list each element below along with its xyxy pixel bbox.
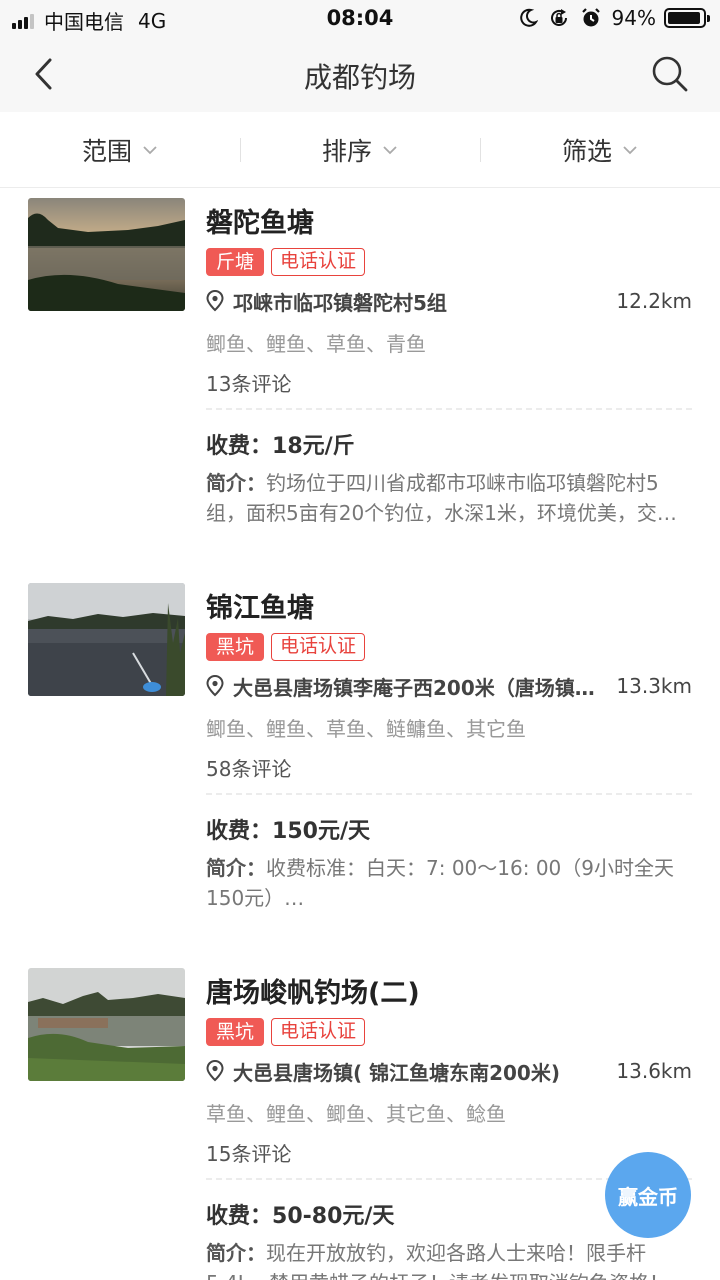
fish-species: 鲫鱼、鲤鱼、草鱼、鲢鳙鱼、其它鱼 — [206, 717, 526, 741]
spot-intro: 简介：现在开放放钓，欢迎各路人士来哈！限手杆5.4L，禁用黄蜡子的杆子！请者发现… — [206, 1238, 692, 1280]
spot-tags: 黑坑 电话认证 — [206, 633, 372, 661]
status-right: 94% — [518, 6, 710, 30]
intro-text: 收费标准：白天：7: 00～16: 00（9小时全天150元）… — [206, 856, 674, 910]
intro-text: 现在开放放钓，欢迎各路人士来哈！限手杆5.4L，禁用黄蜡子的杆子！请者发现取消钓… — [206, 1241, 669, 1280]
spot-distance: 12.2km — [616, 289, 692, 313]
spot-intro: 简介：钓场位于四川省成都市邛崃市临邛镇磐陀村5组，面积5亩有20个钓位，水深1米… — [206, 468, 692, 528]
chevron-down-icon — [623, 145, 637, 154]
review-count: 13条评论 — [206, 372, 292, 396]
cert-tag: 电话认证 — [271, 1018, 366, 1046]
filter-label: 筛选 — [561, 136, 612, 166]
filter-label: 排序 — [321, 136, 372, 166]
earn-coins-button[interactable]: 赢金币 — [605, 1152, 691, 1238]
fee-value: 18元/斤 — [272, 434, 355, 459]
fee-value: 50-80元/天 — [272, 1204, 395, 1229]
spot-tags: 黑坑 电话认证 — [206, 1018, 372, 1046]
fee-row: 收费：50-80元/天 — [206, 1198, 394, 1230]
address-row: 邛崃市临邛镇磐陀村5组 12.2km — [206, 287, 692, 315]
intro-label: 简介： — [206, 471, 266, 495]
spot-photo — [28, 198, 185, 311]
spot-tags: 斤塘 电话认证 — [206, 248, 372, 276]
address-row: 大邑县唐场镇李庵子西200米（唐场镇锦江社区） 13.3km — [206, 672, 692, 700]
type-tag: 黑坑 — [206, 1018, 265, 1046]
review-count: 58条评论 — [206, 757, 292, 781]
chevron-down-icon — [143, 145, 157, 154]
fee-value: 150元/天 — [272, 819, 370, 844]
location-pin-icon — [206, 675, 224, 697]
review-count: 15条评论 — [206, 1142, 292, 1166]
rotation-lock-icon — [550, 9, 567, 26]
alarm-icon — [581, 8, 600, 27]
chevron-down-icon — [383, 145, 397, 154]
fee-label: 收费： — [206, 434, 273, 459]
intro-label: 简介： — [206, 856, 266, 880]
filter-range[interactable]: 范围 — [0, 112, 240, 187]
list-item[interactable]: 唐场峻帆钓场(二) 黑坑 电话认证 大邑县唐场镇( 锦江鱼塘东南200米) 13… — [0, 959, 720, 1280]
divider — [206, 408, 692, 410]
type-tag: 斤塘 — [206, 248, 265, 276]
fish-species: 鲫鱼、鲤鱼、草鱼、青鱼 — [206, 332, 426, 356]
fee-row: 收费：150元/天 — [206, 813, 370, 845]
intro-label: 简介： — [206, 1241, 266, 1265]
battery-icon — [664, 8, 710, 28]
location-pin-icon — [206, 290, 224, 312]
spot-name: 磐陀鱼塘 — [206, 208, 314, 239]
moon-icon — [519, 8, 538, 27]
spot-address: 大邑县唐场镇李庵子西200米（唐场镇锦江社区） — [233, 675, 616, 700]
battery-percent: 94% — [611, 6, 656, 30]
fee-label: 收费： — [206, 1204, 273, 1229]
fee-label: 收费： — [206, 819, 273, 844]
search-icon[interactable] — [650, 54, 690, 94]
filter-label: 范围 — [81, 136, 132, 166]
fish-species: 草鱼、鲤鱼、鲫鱼、其它鱼、鲶鱼 — [206, 1102, 506, 1126]
spot-photo — [28, 968, 185, 1081]
location-pin-icon — [206, 1060, 224, 1082]
fee-row: 收费：18元/斤 — [206, 428, 355, 460]
divider — [206, 793, 692, 795]
cert-tag: 电话认证 — [271, 248, 366, 276]
spot-distance: 13.3km — [616, 674, 692, 698]
spot-name: 锦江鱼塘 — [206, 593, 314, 624]
page-title: 成都钓场 — [303, 61, 416, 94]
address-row: 大邑县唐场镇( 锦江鱼塘东南200米) 13.6km — [206, 1057, 692, 1085]
spot-distance: 13.6km — [616, 1059, 692, 1083]
spot-photo — [28, 583, 185, 696]
type-tag: 黑坑 — [206, 633, 265, 661]
intro-text: 钓场位于四川省成都市邛崃市临邛镇磐陀村5组，面积5亩有20个钓位，水深1米，环境… — [206, 471, 677, 525]
filter-sort[interactable]: 排序 — [240, 112, 480, 187]
spot-name: 唐场峻帆钓场(二) — [206, 978, 420, 1009]
list-item[interactable]: 磐陀鱼塘 斤塘 电话认证 邛崃市临邛镇磐陀村5组 12.2km 鲫鱼、鲤鱼、草鱼… — [0, 189, 720, 569]
cert-tag: 电话认证 — [271, 633, 366, 661]
spot-intro: 简介：收费标准：白天：7: 00～16: 00（9小时全天150元）… — [206, 853, 692, 913]
spot-address: 大邑县唐场镇( 锦江鱼塘东南200米) — [233, 1060, 560, 1085]
filter-screen[interactable]: 筛选 — [480, 112, 720, 187]
filter-bar: 范围 排序 筛选 — [0, 112, 720, 188]
list-item[interactable]: 锦江鱼塘 黑坑 电话认证 大邑县唐场镇李庵子西200米（唐场镇锦江社区） 13.… — [0, 574, 720, 954]
status-bar: 中国电信 4G 08:04 94% — [0, 0, 720, 36]
spot-address: 邛崃市临邛镇磐陀村5组 — [233, 290, 447, 315]
nav-bar: 成都钓场 — [0, 36, 720, 112]
